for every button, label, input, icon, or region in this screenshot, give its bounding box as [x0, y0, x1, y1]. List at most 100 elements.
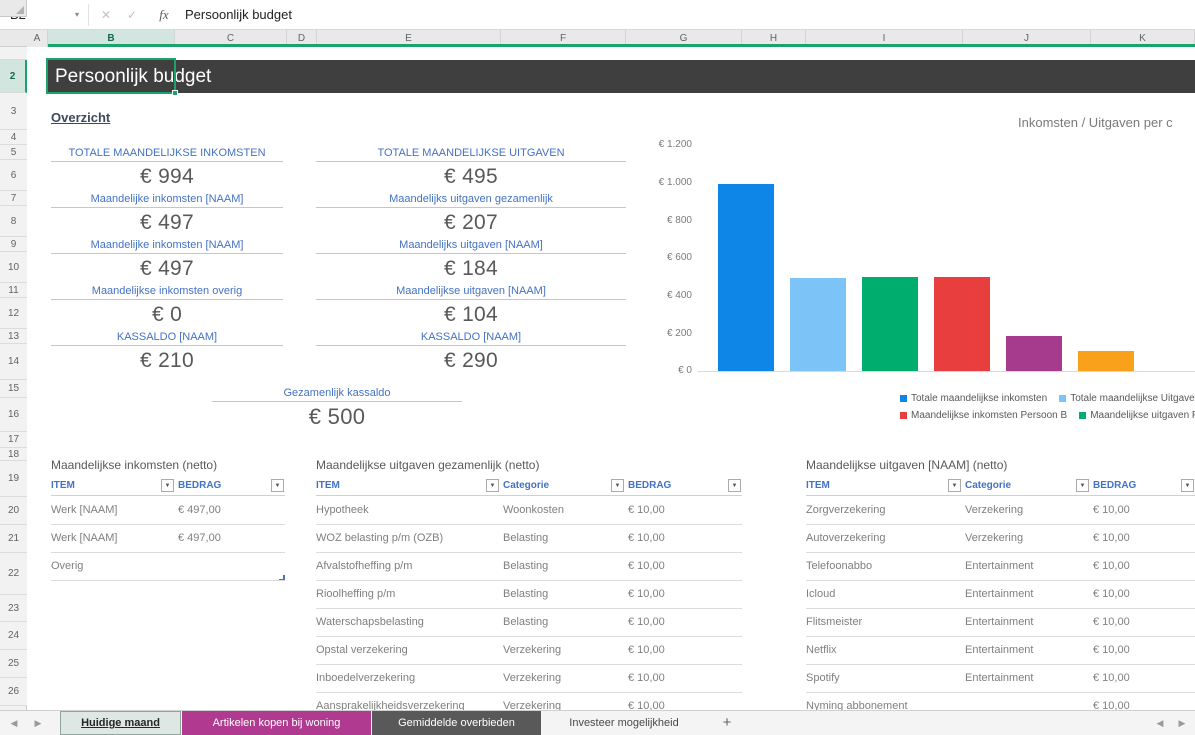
table-cell[interactable]: € 10,00 [1093, 497, 1195, 524]
filter-dropdown-button[interactable]: ▼ [271, 479, 284, 492]
row-header-21[interactable]: 21 [0, 525, 27, 553]
table-cell[interactable]: Netflix [806, 637, 962, 664]
table-row[interactable]: WOZ belasting p/m (OZB) Belasting € 10,00 [316, 525, 742, 553]
table-cell[interactable]: € 10,00 [628, 553, 742, 580]
stat-label-income-1[interactable]: Maandelijke inkomsten [NAAM] [51, 192, 283, 208]
table-cell[interactable]: Verzekering [965, 497, 1090, 524]
filter-dropdown-button[interactable]: ▼ [948, 479, 961, 492]
stat-value-expenses-1[interactable]: € 207 [316, 208, 626, 238]
filter-dropdown-button[interactable]: ▼ [1076, 479, 1089, 492]
table-cell[interactable]: Belasting [503, 525, 625, 552]
sheet-tab-investeer-mogelijkheid[interactable]: Investeer mogelijkheid [542, 711, 706, 735]
cancel-icon[interactable]: ✕ [94, 0, 118, 30]
table-cell[interactable]: € 10,00 [628, 609, 742, 636]
row-header-17[interactable]: 17 [0, 432, 27, 448]
row-header-26[interactable]: 26 [0, 678, 27, 706]
row-header-12[interactable]: 12 [0, 298, 27, 329]
stat-value-expenses-2[interactable]: € 184 [316, 254, 626, 284]
formula-input[interactable]: Persoonlijk budget [185, 0, 292, 30]
stat-value-income-3[interactable]: € 0 [51, 300, 283, 330]
row-header-4[interactable]: 4 [0, 130, 27, 145]
stat-value-income-1[interactable]: € 497 [51, 208, 283, 238]
table-cell[interactable]: Flitsmeister [806, 609, 962, 636]
table-cell[interactable]: Belasting [503, 609, 625, 636]
table-row[interactable]: Zorgverzekering Verzekering € 10,00 [806, 497, 1195, 525]
table-cell[interactable]: € 10,00 [1093, 553, 1195, 580]
table-cell[interactable]: € 10,00 [1093, 581, 1195, 608]
row-header-14[interactable]: 14 [0, 344, 27, 380]
table-row[interactable]: Afvalstofheffing p/m Belasting € 10,00 [316, 553, 742, 581]
table-row[interactable]: Werk [NAAM] € 497,00 [51, 497, 285, 525]
table-cell[interactable]: Entertainment [965, 581, 1090, 608]
row-header-19[interactable]: 19 [0, 461, 27, 497]
table-cell[interactable]: € 10,00 [1093, 609, 1195, 636]
row-header-5[interactable]: 5 [0, 145, 27, 160]
table-cell[interactable]: Telefoonabbo [806, 553, 962, 580]
joint-balance-label[interactable]: Gezamenlijk kassaldo [212, 386, 462, 402]
row-header-24[interactable]: 24 [0, 622, 27, 650]
row-header-15[interactable]: 15 [0, 380, 27, 398]
table-cell[interactable]: € 10,00 [628, 525, 742, 552]
table-cell[interactable] [178, 553, 285, 580]
stat-label-expenses-0[interactable]: TOTALE MAANDELIJKSE UITGAVEN [316, 146, 626, 162]
row-header-13[interactable]: 13 [0, 329, 27, 344]
joint-balance-value[interactable]: € 500 [212, 402, 462, 432]
table-cell[interactable]: Woonkosten [503, 497, 625, 524]
table-cell[interactable]: € 497,00 [178, 525, 285, 552]
table-row[interactable]: Icloud Entertainment € 10,00 [806, 581, 1195, 609]
table-cell[interactable]: Waterschapsbelasting [316, 609, 500, 636]
title-banner-cell[interactable] [48, 60, 1195, 93]
row-header-3[interactable]: 3 [0, 93, 27, 130]
table-cell[interactable]: Verzekering [503, 637, 625, 664]
select-all-corner[interactable] [0, 0, 27, 17]
table-cell[interactable]: Opstal verzekering [316, 637, 500, 664]
table-cell[interactable]: Entertainment [965, 609, 1090, 636]
table-row[interactable]: Flitsmeister Entertainment € 10,00 [806, 609, 1195, 637]
sheet-tab-artikelen-kopen-bij-woning[interactable]: Artikelen kopen bij woning [182, 711, 371, 735]
table-cell[interactable]: Entertainment [965, 665, 1090, 692]
row-header-partial[interactable] [0, 47, 27, 60]
table-cell[interactable]: Spotify [806, 665, 962, 692]
table-cell[interactable]: Inboedelverzekering [316, 665, 500, 692]
confirm-icon[interactable]: ✓ [120, 0, 144, 30]
table-cell[interactable]: Belasting [503, 581, 625, 608]
stat-value-expenses-0[interactable]: € 495 [316, 162, 626, 192]
table-row[interactable]: Opstal verzekering Verzekering € 10,00 [316, 637, 742, 665]
table-cell[interactable]: € 10,00 [1093, 637, 1195, 664]
stat-label-expenses-3[interactable]: Maandelijkse uitgaven [NAAM] [316, 284, 626, 300]
row-header-20[interactable]: 20 [0, 497, 27, 525]
row-header-25[interactable]: 25 [0, 650, 27, 678]
filter-dropdown-button[interactable]: ▼ [728, 479, 741, 492]
stat-value-income-4[interactable]: € 210 [51, 346, 283, 376]
filter-dropdown-button[interactable]: ▼ [161, 479, 174, 492]
stat-value-expenses-3[interactable]: € 104 [316, 300, 626, 330]
table-row[interactable]: Hypotheek Woonkosten € 10,00 [316, 497, 742, 525]
row-header-6[interactable]: 6 [0, 160, 27, 191]
table-row[interactable]: Werk [NAAM] € 497,00 [51, 525, 285, 553]
table-row[interactable]: Waterschapsbelasting Belasting € 10,00 [316, 609, 742, 637]
table-row[interactable]: Rioolheffing p/m Belasting € 10,00 [316, 581, 742, 609]
filter-dropdown-button[interactable]: ▼ [611, 479, 624, 492]
tabs-scroll-right-end-icon[interactable]: ▶ [1174, 711, 1190, 735]
table-cell[interactable]: € 10,00 [628, 665, 742, 692]
table-row[interactable]: Overig [51, 553, 285, 581]
row-header-22[interactable]: 22 [0, 553, 27, 595]
stat-label-expenses-2[interactable]: Maandelijks uitgaven [NAAM] [316, 238, 626, 254]
stat-value-expenses-4[interactable]: € 290 [316, 346, 626, 376]
table-cell[interactable]: Entertainment [965, 637, 1090, 664]
table-cell[interactable]: Hypotheek [316, 497, 500, 524]
row-header-10[interactable]: 10 [0, 252, 27, 283]
table-cell[interactable]: Overig [51, 553, 175, 580]
stat-label-income-4[interactable]: KASSALDO [NAAM] [51, 330, 283, 346]
row-header-23[interactable]: 23 [0, 595, 27, 622]
table-cell[interactable]: Werk [NAAM] [51, 525, 175, 552]
fill-handle[interactable] [172, 90, 178, 96]
tabs-scroll-left-icon[interactable]: ◀ [6, 711, 22, 735]
tabs-scroll-left-end-icon[interactable]: ◀ [1152, 711, 1168, 735]
namebox-dropdown-icon[interactable]: ▾ [68, 0, 86, 30]
table-cell[interactable]: Afvalstofheffing p/m [316, 553, 500, 580]
table-cell[interactable]: Rioolheffing p/m [316, 581, 500, 608]
table-cell[interactable]: Verzekering [965, 525, 1090, 552]
table-cell[interactable]: € 10,00 [628, 637, 742, 664]
table-row[interactable]: Telefoonabbo Entertainment € 10,00 [806, 553, 1195, 581]
